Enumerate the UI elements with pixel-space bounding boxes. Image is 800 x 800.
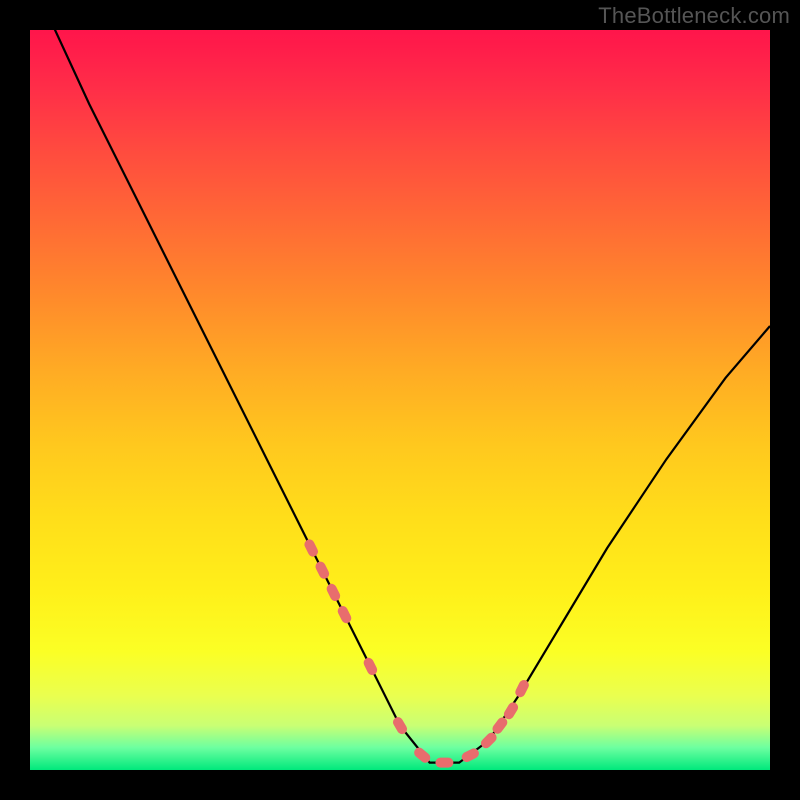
marker-dot	[435, 758, 453, 768]
chart-frame: TheBottleneck.com	[0, 0, 800, 800]
plot-area	[30, 30, 770, 770]
marker-dot	[325, 582, 342, 603]
marker-dot	[303, 538, 320, 559]
marker-dot	[314, 560, 331, 581]
curve-svg	[30, 30, 770, 770]
marker-dot	[336, 604, 353, 625]
marker-group	[303, 538, 531, 768]
watermark-text: TheBottleneck.com	[598, 3, 790, 29]
bottleneck-curve	[45, 30, 770, 763]
marker-dot	[362, 656, 379, 677]
